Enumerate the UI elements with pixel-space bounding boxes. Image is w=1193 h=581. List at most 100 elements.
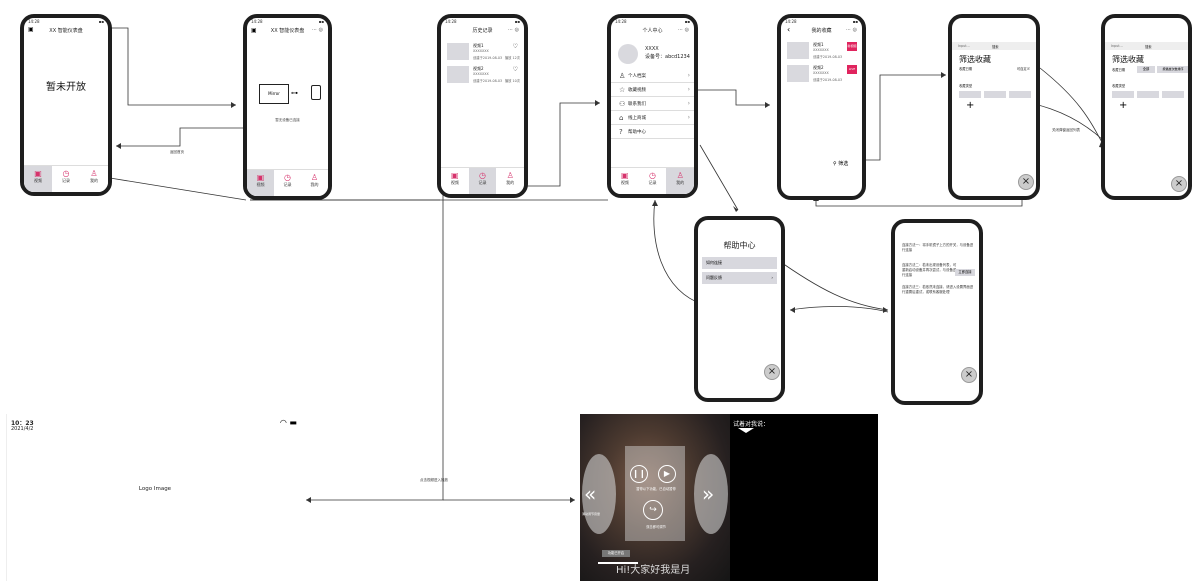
help-item-feedback[interactable]: 问题反馈 › bbox=[702, 272, 777, 284]
video-icon: ▣ bbox=[34, 169, 42, 178]
phone-favorites: 14:28 ▪▪ ‹ 我的收藏 ⋯ ◎ 视频1 XXXXXXX 创建于2019-0… bbox=[777, 14, 866, 200]
scan-icon[interactable]: ▣ bbox=[28, 26, 34, 33]
chevron-right-icon: › bbox=[687, 100, 690, 107]
phone-home-unavailable: 14:28 ▪▪ XX 智能仪表盘 ▣ 暂未开放 ▣ 视频 ◷ 记录 ♙ 我的 bbox=[20, 14, 112, 196]
video-thumbnail[interactable] bbox=[447, 66, 469, 83]
video-thumbnail[interactable] bbox=[787, 42, 809, 59]
pause-icon[interactable]: ❙❙ bbox=[630, 465, 648, 483]
filter-chip[interactable] bbox=[1162, 91, 1184, 98]
search-input[interactable]: Input... bbox=[1111, 44, 1123, 48]
user-icon: ♙ bbox=[90, 169, 98, 178]
heart-icon[interactable]: ♡ bbox=[513, 66, 518, 73]
tab-video[interactable]: ▣ 视频 bbox=[247, 170, 274, 196]
tab-video[interactable]: ▣ 视频 bbox=[611, 168, 639, 194]
menu-item-favorites[interactable]: ☆ 收藏视频 › bbox=[611, 83, 694, 97]
filter-section-type: 收藏类型 bbox=[959, 84, 973, 88]
chevron-right-icon: › bbox=[687, 72, 690, 79]
heart-icon[interactable]: ♡ bbox=[513, 43, 518, 50]
tab-me[interactable]: ♙ 我的 bbox=[666, 168, 694, 194]
filter-chip[interactable] bbox=[1009, 91, 1031, 98]
item-plays: 播放 12次 bbox=[504, 56, 520, 60]
filter-search-button[interactable]: ⚲ 筛选 bbox=[833, 160, 848, 167]
edge-label-back: 返回首页 bbox=[170, 150, 184, 154]
chevron-down-icon[interactable] bbox=[738, 428, 754, 433]
add-icon[interactable]: + bbox=[966, 100, 974, 111]
menu-icon[interactable]: ⋯ ◎ bbox=[678, 27, 689, 33]
help-icon: ? bbox=[619, 127, 623, 136]
link-icon: ⊶ bbox=[291, 89, 298, 97]
help-item-connect[interactable]: 如何连接 bbox=[702, 257, 777, 269]
menu-item-profile[interactable]: ♙ 个人档案 › bbox=[611, 69, 694, 83]
play-icon[interactable]: ▶ bbox=[658, 465, 676, 483]
filter-custom[interactable]: 可自定义 bbox=[1017, 66, 1030, 71]
menu-item-help[interactable]: ? 帮助中心 bbox=[611, 125, 694, 139]
item-meta: 创建于2019-08-03 bbox=[813, 55, 843, 59]
video-thumbnail[interactable] bbox=[447, 43, 469, 60]
connect-now-button[interactable]: 立即连接 bbox=[955, 269, 975, 276]
rewind-icon[interactable]: « bbox=[584, 482, 596, 506]
tab-history[interactable]: ◷ 记录 bbox=[468, 168, 497, 194]
tab-bar: ▣ 视频 ◷ 记录 ♙ 我的 bbox=[24, 165, 108, 192]
filter-chip-all[interactable]: 全部 bbox=[1137, 66, 1155, 73]
tab-bar: ▣ 视频 ◷ 记录 ♙ 我的 bbox=[441, 167, 524, 194]
item-sub: XXXXXXX bbox=[813, 71, 829, 75]
fast-forward-icon[interactable]: » bbox=[702, 482, 714, 506]
volume-hint: 滑动调节音量 bbox=[582, 512, 601, 516]
filter-chip[interactable] bbox=[1112, 91, 1134, 98]
avatar[interactable] bbox=[618, 44, 638, 64]
tab-me[interactable]: ♙ 我的 bbox=[496, 168, 524, 194]
close-icon[interactable]: × bbox=[1171, 176, 1187, 192]
close-icon[interactable]: × bbox=[764, 364, 780, 380]
subtitle: Hi!大家好我是月 bbox=[616, 565, 691, 576]
feature-tag[interactable]: 功能已开启 bbox=[602, 550, 630, 557]
wifi-battery-icon: ◠ ▬ bbox=[279, 418, 297, 427]
close-icon[interactable]: × bbox=[961, 367, 977, 383]
menu-icon[interactable]: ⋯ ◎ bbox=[508, 27, 519, 33]
tab-video[interactable]: ▣ 视频 bbox=[24, 166, 52, 192]
search-input[interactable]: Input... bbox=[958, 44, 970, 48]
filter-title: 筛选收藏 bbox=[1112, 55, 1144, 64]
filter-chip[interactable] bbox=[1137, 91, 1159, 98]
answer-1: 连接方法一：将手机镜子上方的开关，与设备进行连接 bbox=[902, 243, 974, 252]
phone-home-connected: 14:28 ▪▪ XX 智能仪表盘 ▣ ⋯ ◎ Mirror ⊶ 暂无设备已连接 … bbox=[243, 14, 332, 200]
menu-icon[interactable]: ⋯ ◎ bbox=[846, 27, 857, 33]
video-thumbnail[interactable] bbox=[787, 65, 809, 82]
signal-icon: ▪▪ bbox=[98, 19, 104, 24]
filter-label-date: 收藏日期 bbox=[959, 67, 973, 71]
close-icon[interactable]: × bbox=[1018, 174, 1034, 190]
item-sub: XXXXXXX bbox=[473, 72, 489, 76]
item-sub: XXXXXXX bbox=[813, 48, 829, 52]
add-icon[interactable]: + bbox=[1119, 100, 1127, 111]
mirror-device[interactable]: Mirror bbox=[259, 84, 289, 104]
menu-item-shop[interactable]: ⌂ 线上商城 › bbox=[611, 111, 694, 125]
tab-me[interactable]: ♙ 我的 bbox=[80, 166, 108, 192]
unavailable-message: 暂未开放 bbox=[46, 82, 86, 93]
tab-me[interactable]: ♙ 我的 bbox=[301, 170, 328, 196]
search-button[interactable]: 搜索 bbox=[992, 44, 999, 49]
item-meta: 创建于2019-08-03 bbox=[473, 79, 503, 83]
filter-chip-sort[interactable]: 按播放次数排序 bbox=[1157, 66, 1188, 73]
edge-label-video: 点击视频进入播放 bbox=[420, 478, 448, 482]
scan-icon[interactable]: ▣ bbox=[251, 27, 257, 34]
exit-icon[interactable]: ↪ bbox=[643, 500, 663, 520]
connection-caption: 暂无设备已连接 bbox=[275, 118, 300, 122]
menu-item-contact[interactable]: ⚇ 联系我们 › bbox=[611, 97, 694, 111]
splash-date: 2021/4/2 bbox=[11, 426, 34, 432]
tab-history[interactable]: ◷ 记录 bbox=[639, 168, 667, 194]
device-id: 设备号：abcd1234 bbox=[645, 54, 690, 60]
item-plays: 播放 10次 bbox=[504, 79, 520, 83]
page-title: 帮助中心 bbox=[723, 241, 756, 250]
tab-history[interactable]: ◷ 记录 bbox=[52, 166, 80, 192]
answer-3: 连接方法三：若依然未连接，请进入设置界面进行重置后重试，或联系客服处理 bbox=[902, 285, 974, 294]
new-badge: 新视频 bbox=[847, 42, 857, 51]
filter-chip[interactable] bbox=[984, 91, 1006, 98]
status-time: 14:28 bbox=[28, 19, 40, 24]
video-icon: ▣ bbox=[451, 171, 459, 180]
user-icon: ♙ bbox=[619, 71, 626, 80]
tab-video[interactable]: ▣ 视频 bbox=[441, 168, 469, 194]
filter-chip[interactable] bbox=[959, 91, 981, 98]
signal-icon: ▪▪ bbox=[514, 19, 520, 24]
search-button[interactable]: 搜索 bbox=[1145, 44, 1152, 49]
tab-history[interactable]: ◷ 记录 bbox=[274, 170, 301, 196]
menu-icon[interactable]: ⋯ ◎ bbox=[312, 27, 323, 33]
